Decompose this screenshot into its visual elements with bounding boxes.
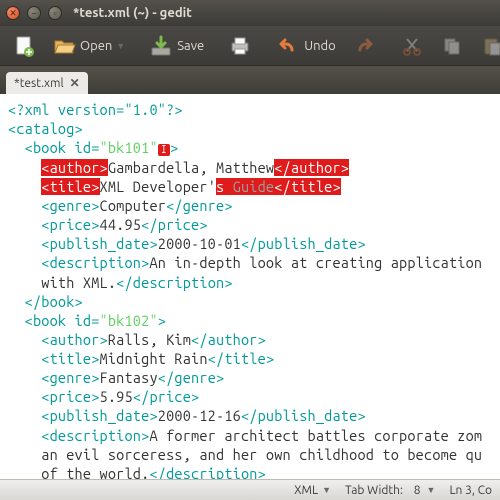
- save-label: Save: [177, 39, 204, 53]
- tab-label: *test.xml: [14, 77, 64, 90]
- cut-button[interactable]: [394, 30, 430, 62]
- book-tag: <book id=: [8, 139, 100, 156]
- chevron-down-icon: ▼: [116, 41, 125, 51]
- language-selector[interactable]: XML▼: [294, 484, 331, 497]
- xml-declaration: <?xml version="1.0"?>: [8, 101, 183, 118]
- chevron-down-icon: ▼: [322, 485, 331, 495]
- redo-button[interactable]: [346, 30, 382, 62]
- undo-button[interactable]: Undo: [270, 30, 342, 62]
- redo-icon: [352, 34, 376, 58]
- tabwidth-selector[interactable]: Tab Width: 8 ▼: [345, 484, 435, 497]
- open-icon: [52, 34, 76, 58]
- paste-icon: [480, 34, 500, 58]
- tabstrip: *test.xml ✕: [0, 66, 500, 94]
- new-icon: [12, 34, 36, 58]
- statusbar: XML▼ Tab Width: 8 ▼ Ln 3, Co: [0, 479, 500, 500]
- copy-button[interactable]: [434, 30, 470, 62]
- editor[interactable]: <?xml version="1.0"?> <catalog> <book id…: [0, 94, 500, 479]
- tab-file[interactable]: *test.xml ✕: [6, 72, 88, 94]
- cursor-position: Ln 3, Co: [449, 484, 492, 497]
- undo-label: Undo: [304, 39, 336, 53]
- catalog-tag: <catalog>: [8, 120, 83, 137]
- print-icon: [228, 34, 252, 58]
- print-button[interactable]: [222, 30, 258, 62]
- cursor: I: [158, 144, 170, 156]
- titlebar: ✕ – ▫ *test.xml (~) - gedit: [0, 0, 500, 26]
- window-title: *test.xml (~) - gedit: [73, 6, 192, 20]
- copy-icon: [440, 34, 464, 58]
- window-minimize-button[interactable]: –: [27, 6, 41, 20]
- window-close-button[interactable]: ✕: [6, 6, 20, 20]
- window-maximize-button[interactable]: ▫: [48, 6, 62, 20]
- paste-button[interactable]: [474, 30, 500, 62]
- open-button[interactable]: Open ▼: [46, 30, 131, 62]
- toolbar: Open ▼ Save Undo: [0, 26, 500, 66]
- cut-icon: [400, 34, 424, 58]
- new-button[interactable]: [6, 30, 42, 62]
- save-button[interactable]: Save: [143, 30, 210, 62]
- open-label: Open: [80, 39, 112, 53]
- close-icon[interactable]: ✕: [70, 76, 80, 90]
- undo-icon: [276, 34, 300, 58]
- save-icon: [149, 34, 173, 58]
- chevron-down-icon: ▼: [424, 485, 435, 495]
